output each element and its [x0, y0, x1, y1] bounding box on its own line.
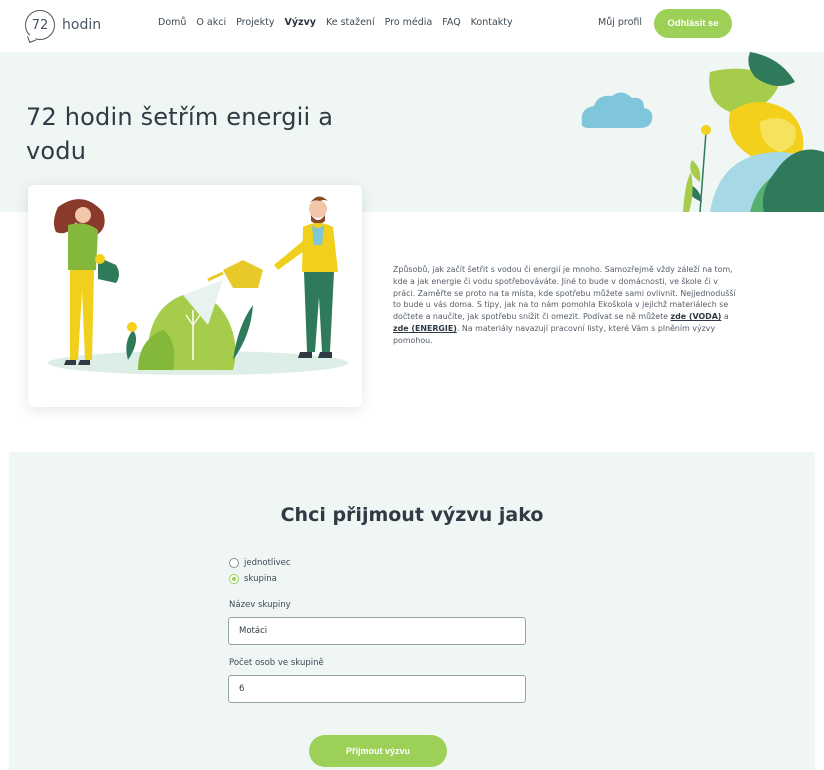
logo-text: hodin — [62, 17, 102, 33]
nav-item-about[interactable]: O akci — [196, 17, 226, 28]
nav-item-media[interactable]: Pro média — [385, 17, 433, 28]
logout-button[interactable]: Odhlásit se — [654, 9, 732, 38]
form-title: Chci přijmout výzvu jako — [280, 504, 544, 526]
link-water-materials[interactable]: zde (VODA) — [671, 312, 722, 321]
radio-individual-circle[interactable] — [229, 558, 239, 568]
main-nav: Domů O akci Projekty Výzvy Ke stažení Pr… — [158, 17, 523, 28]
group-size-label: Počet osob ve skupině — [229, 658, 324, 668]
group-name-label: Název skupiny — [229, 600, 291, 610]
radio-group[interactable]: skupina — [229, 574, 277, 584]
nav-item-downloads[interactable]: Ke stažení — [326, 17, 375, 28]
my-profile-link[interactable]: Můj profil — [598, 17, 642, 28]
decorative-plants-illustration — [581, 52, 824, 212]
nav-item-home[interactable]: Domů — [158, 17, 186, 28]
logo-number: 72 — [31, 17, 49, 33]
radio-individual-label: jednotlivec — [244, 558, 291, 568]
radio-group-label: skupina — [244, 574, 277, 584]
nav-item-projects[interactable]: Projekty — [236, 17, 274, 28]
people-watering-plants-image — [48, 196, 348, 375]
group-name-input[interactable]: Motáci — [228, 617, 526, 645]
logo-badge: 72 — [25, 10, 55, 40]
group-size-input[interactable]: 6 — [228, 675, 526, 703]
accept-challenge-button[interactable]: Přijmout výzvu — [309, 735, 447, 767]
group-size-value: 6 — [239, 684, 245, 694]
radio-group-circle[interactable] — [229, 574, 239, 584]
description-text-and: a — [721, 312, 729, 322]
logo[interactable]: 72 hodin — [25, 10, 101, 40]
nav-item-faq[interactable]: FAQ — [442, 17, 460, 28]
site-header: 72 hodin Domů O akci Projekty Výzvy Ke s… — [0, 0, 824, 52]
group-name-value: Motáci — [239, 626, 268, 636]
nav-item-contacts[interactable]: Kontakty — [471, 17, 513, 28]
radio-individual[interactable]: jednotlivec — [229, 558, 291, 568]
nav-item-challenges[interactable]: Výzvy — [285, 17, 316, 28]
challenge-description: Způsobů, jak začít šetřit s vodou či ene… — [393, 264, 738, 347]
accept-challenge-form: Chci přijmout výzvu jako jednotlivec sku… — [9, 452, 815, 770]
page-title: 72 hodin šetřím energii a vodu — [26, 103, 334, 165]
gardening-illustration — [28, 185, 362, 407]
link-energy-materials[interactable]: zde (ENERGIE) — [393, 324, 457, 333]
